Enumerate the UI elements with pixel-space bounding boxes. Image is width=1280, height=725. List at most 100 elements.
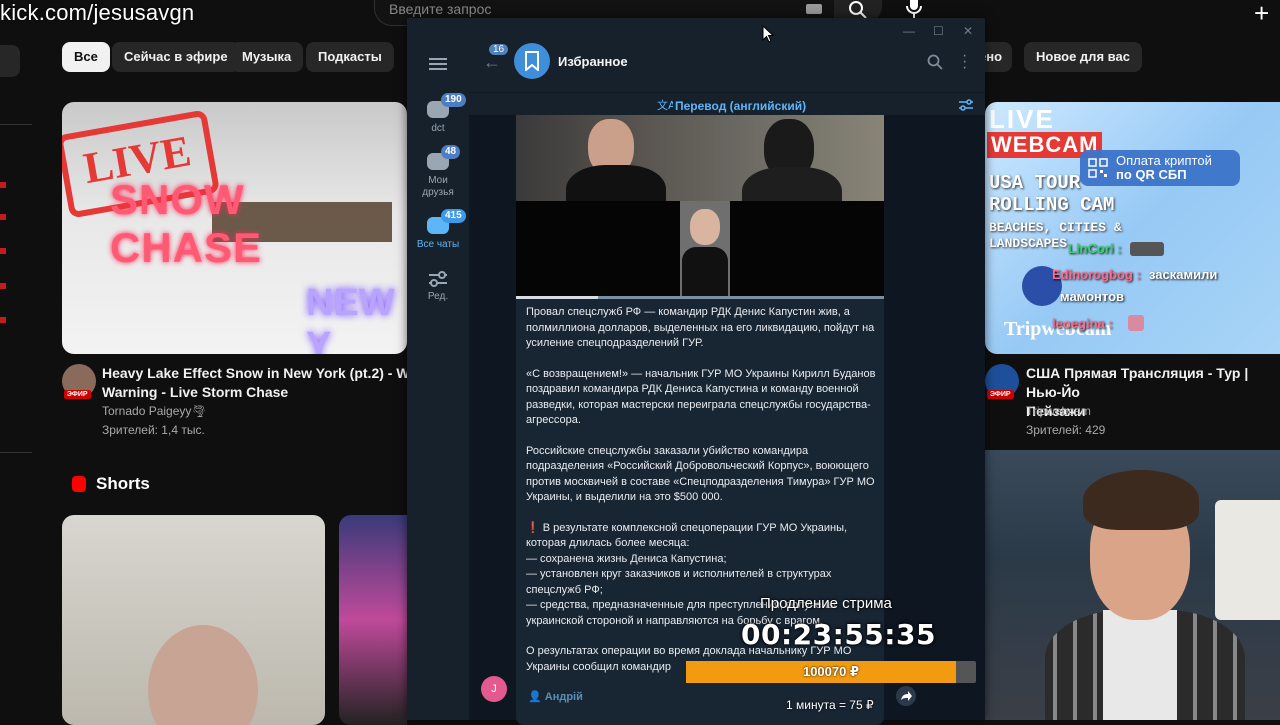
message-paragraph: Российские спецслужбы заказали убийство … — [526, 444, 875, 504]
translate-label[interactable]: Перевод (английский) — [675, 99, 806, 113]
thumbnail-text: BEACHES, CITIES & — [989, 220, 1122, 235]
folders-sidebar — [407, 42, 469, 720]
chat-title[interactable]: Избранное — [558, 54, 628, 69]
thumbnail-text: LANDSCAPES — [989, 236, 1068, 251]
thumbnail-subtitle: NEW Y — [306, 282, 395, 354]
live-indicator-icon — [0, 283, 6, 289]
streamer-webcam — [985, 450, 1280, 720]
shorts-heading: Shorts — [96, 474, 150, 493]
window-titlebar[interactable] — [407, 18, 985, 42]
video-thumbnail[interactable]: LIVE SNOW CHASE NEW Y — [62, 102, 407, 354]
folder-label: Все чаты — [416, 239, 460, 250]
chat-emote — [1130, 242, 1164, 256]
forward-button[interactable] — [896, 686, 916, 706]
video-progress-fill — [516, 296, 598, 299]
video-person — [690, 209, 720, 245]
unread-badge: 190 — [441, 93, 466, 107]
search-icon[interactable] — [927, 54, 943, 75]
sender-avatar[interactable]: J — [481, 676, 507, 702]
chat-avatar[interactable] — [514, 43, 550, 79]
thumbnail-text: ROLLING CAM — [989, 194, 1115, 216]
thumbnail-text: USA TOUR — [989, 172, 1081, 194]
stream-extension-label: Продление стрима — [760, 595, 892, 612]
qr-banner-line: по QR СБП — [1116, 167, 1187, 182]
crypto-payment-banner: Оплата криптой по QR СБП — [1080, 150, 1240, 186]
folder-label: Мои друзья — [422, 175, 454, 198]
channel-name[interactable]: Tornado Paigeyy🌪 — [102, 402, 207, 421]
chip-all[interactable]: Все — [62, 42, 110, 72]
video-frame — [516, 115, 884, 227]
streamer-hair — [1083, 470, 1199, 530]
video-person-body — [682, 247, 728, 299]
background-shelf — [1215, 500, 1280, 620]
message-paragraph: «С возвращением!» — начальник ГУР МО Укр… — [526, 367, 876, 427]
close-icon[interactable]: ✕ — [963, 24, 973, 38]
search-placeholder: Введите запрос — [389, 1, 492, 17]
live-indicator-icon — [0, 248, 6, 254]
message-video[interactable] — [516, 115, 884, 299]
telegram-window: — ☐ ✕ 190 dct 48 Мои друзья 415 Все чаты… — [407, 18, 985, 725]
live-indicator-icon — [0, 182, 6, 188]
keyboard-icon[interactable] — [806, 4, 822, 14]
short-thumbnail[interactable] — [339, 515, 407, 725]
translate-icon: 文A — [657, 98, 673, 112]
sidebar-edge — [0, 45, 20, 77]
donation-rate: 1 минута = 75 ₽ — [786, 698, 874, 712]
chat-message: мамонтов — [1060, 289, 1125, 304]
unread-badge: 415 — [441, 209, 466, 223]
divider — [0, 452, 32, 453]
chat-username: leoegina : — [1052, 316, 1113, 331]
live-badge: ЭФИР — [987, 390, 1014, 399]
search-icon — [849, 1, 867, 19]
chip-live[interactable]: Сейчас в эфире — [112, 42, 240, 72]
qr-banner-line: Оплата криптой — [1116, 153, 1212, 168]
mouse-cursor-icon — [762, 25, 774, 43]
live-badge: ЭФИР — [64, 390, 91, 399]
stream-url-overlay: kick.com/jesusavgn — [0, 0, 195, 25]
shorts-icon — [72, 476, 86, 492]
folder-my-friends[interactable]: 48 Мои друзья — [415, 145, 461, 199]
video-title[interactable]: Heavy Lake Effect Snow in New York (pt.2… — [102, 364, 434, 402]
chat-message: заскамили — [1149, 267, 1218, 282]
maximize-icon[interactable]: ☐ — [933, 24, 944, 38]
live-indicator-icon — [0, 214, 6, 220]
message-paragraph: ❗ В результате комплексной спецоперации … — [526, 521, 848, 627]
svg-text:文A: 文A — [657, 98, 673, 112]
back-arrow-icon[interactable]: ← — [483, 52, 501, 73]
viewer-count: Зрителей: 429 — [1026, 423, 1106, 437]
channel-name[interactable]: Tripwebcam — [1026, 402, 1091, 421]
chip-podcasts[interactable]: Подкасты — [306, 42, 394, 72]
back-unread-badge: 16 — [489, 44, 509, 55]
chip-music[interactable]: Музыка — [230, 42, 304, 72]
chat-username: Edinorogbog : — [1052, 267, 1141, 282]
chip-new-for-you[interactable]: Новое для вас — [1024, 42, 1142, 72]
video-title-line: США Прямая Трансляция - Тур | Нью-Йо — [1026, 365, 1249, 400]
donation-total: 100070 ₽ — [802, 664, 860, 679]
folder-label: dct — [431, 123, 445, 134]
qr-icon — [1088, 158, 1108, 178]
folder-all-chats[interactable]: 415 Все чаты — [415, 209, 466, 251]
message-paragraph: Провал спецслужб РФ — командир РДК Денис… — [526, 306, 875, 349]
minimize-icon[interactable]: — — [903, 24, 915, 38]
short-thumbnail[interactable] — [62, 515, 325, 725]
video-frame-center — [680, 201, 730, 299]
create-plus-icon[interactable]: + — [1254, 0, 1269, 29]
stream-timer: 00:23:55:35 — [741, 618, 936, 651]
streamer-tshirt — [1103, 610, 1177, 720]
video-progress[interactable] — [516, 296, 884, 299]
viewer-count: Зрителей: 1,4 тыс. — [102, 423, 205, 437]
divider — [0, 124, 32, 125]
more-vertical-icon[interactable]: · · · — [962, 48, 967, 76]
unread-badge: 48 — [441, 145, 461, 159]
live-indicator-icon — [0, 317, 6, 323]
video-title-line: Heavy Lake Effect Snow in New York (pt.2… — [102, 365, 435, 381]
sliders-icon — [429, 271, 447, 287]
sender-name[interactable]: 👤 Андрій — [528, 690, 583, 703]
forward-icon — [901, 691, 912, 701]
thumbnail-title: SNOW CHASE — [110, 176, 263, 271]
folder-dct[interactable]: 190 dct — [415, 93, 466, 135]
menu-icon[interactable] — [429, 58, 447, 70]
folder-edit[interactable]: Ред. — [415, 270, 461, 303]
video-title-line: Warning - Live Storm Chase — [102, 384, 289, 400]
thumbnail-image — [148, 625, 258, 725]
